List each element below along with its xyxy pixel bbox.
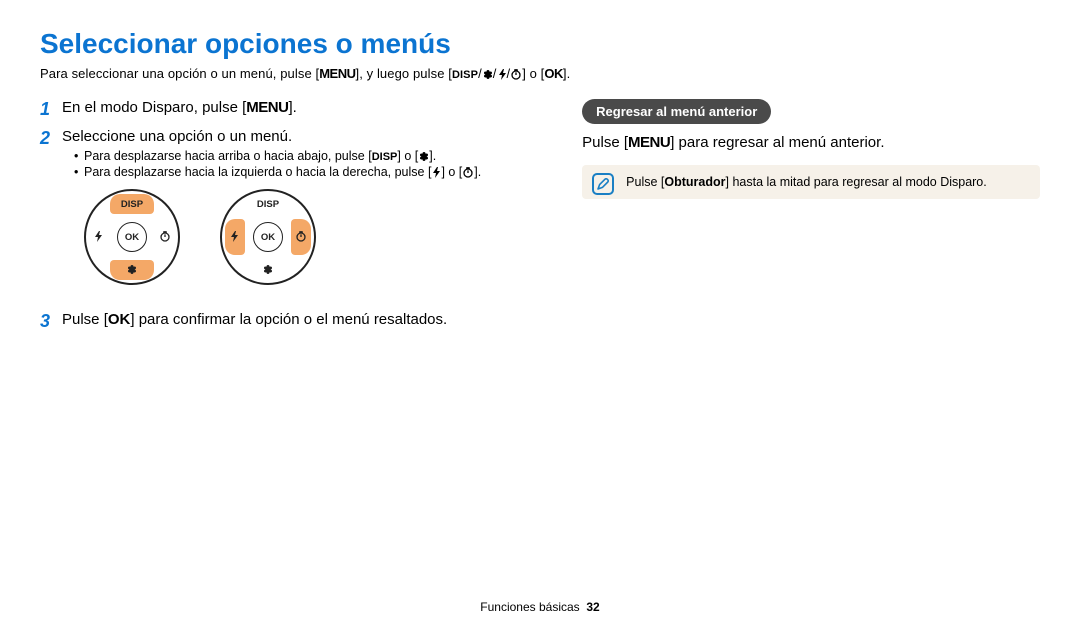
dial-ok-button: OK <box>253 222 283 252</box>
dial-diagrams: DISP OK DISP OK <box>84 189 522 285</box>
list-item: Para desplazarse hacia la izquierda o ha… <box>74 165 522 179</box>
flash-icon <box>229 230 241 244</box>
page-title: Seleccionar opciones o menús <box>40 28 1040 60</box>
flower-icon <box>482 68 493 80</box>
flash-icon <box>497 68 507 80</box>
dial-flash-button <box>225 219 245 255</box>
intro-text: Para seleccionar una opción o un menú, p… <box>40 66 1040 81</box>
page-number: 32 <box>586 600 599 614</box>
dial-timer-button <box>291 219 311 255</box>
flower-icon <box>126 263 139 277</box>
flash-icon <box>431 166 441 178</box>
step-3: 3 Pulse [OK] para confirmar la opción o … <box>40 311 522 332</box>
left-column: 1 En el modo Disparo, pulse [MENU]. 2 Se… <box>40 99 522 340</box>
timer-icon <box>462 166 474 178</box>
dial-disp-button: DISP <box>110 194 154 214</box>
step-2-bullets: Para desplazarse hacia arriba o hacia ab… <box>62 149 522 179</box>
dial-timer-button <box>155 219 175 255</box>
list-item: Para desplazarse hacia arriba o hacia ab… <box>74 149 522 163</box>
menu-label: MENU <box>246 99 288 116</box>
dial-macro-button <box>246 260 290 280</box>
dial-disp-button: DISP <box>246 194 290 214</box>
pencil-icon <box>596 177 610 191</box>
dial-horizontal: DISP OK <box>220 189 316 285</box>
return-menu-heading: Regresar al menú anterior <box>582 99 771 124</box>
timer-icon <box>295 230 308 244</box>
page-footer: Funciones básicas 32 <box>0 600 1080 614</box>
menu-label: MENU <box>319 66 355 81</box>
right-column: Regresar al menú anterior Pulse [MENU] p… <box>582 99 1040 340</box>
ok-label: OK <box>108 311 131 328</box>
shutter-label: Obturador <box>664 175 725 189</box>
flash-icon <box>93 230 105 244</box>
timer-icon <box>510 68 522 80</box>
step-1: 1 En el modo Disparo, pulse [MENU]. <box>40 99 522 120</box>
dial-macro-button <box>110 260 154 280</box>
dial-flash-button <box>89 219 109 255</box>
note-box: Pulse [Obturador] hasta la mitad para re… <box>582 165 1040 199</box>
dial-vertical: DISP OK <box>84 189 180 285</box>
ok-label: OK <box>544 66 563 81</box>
menu-label: MENU <box>628 134 670 151</box>
disp-label: DISP <box>452 69 478 81</box>
note-icon <box>592 173 614 195</box>
flower-icon <box>262 263 275 277</box>
flower-icon <box>418 150 429 162</box>
timer-icon <box>159 230 172 244</box>
return-menu-text: Pulse [MENU] para regresar al menú anter… <box>582 134 1040 151</box>
step-2: 2 Seleccione una opción o un menú. Para … <box>40 128 522 303</box>
disp-label: DISP <box>372 151 398 163</box>
dial-ok-button: OK <box>117 222 147 252</box>
